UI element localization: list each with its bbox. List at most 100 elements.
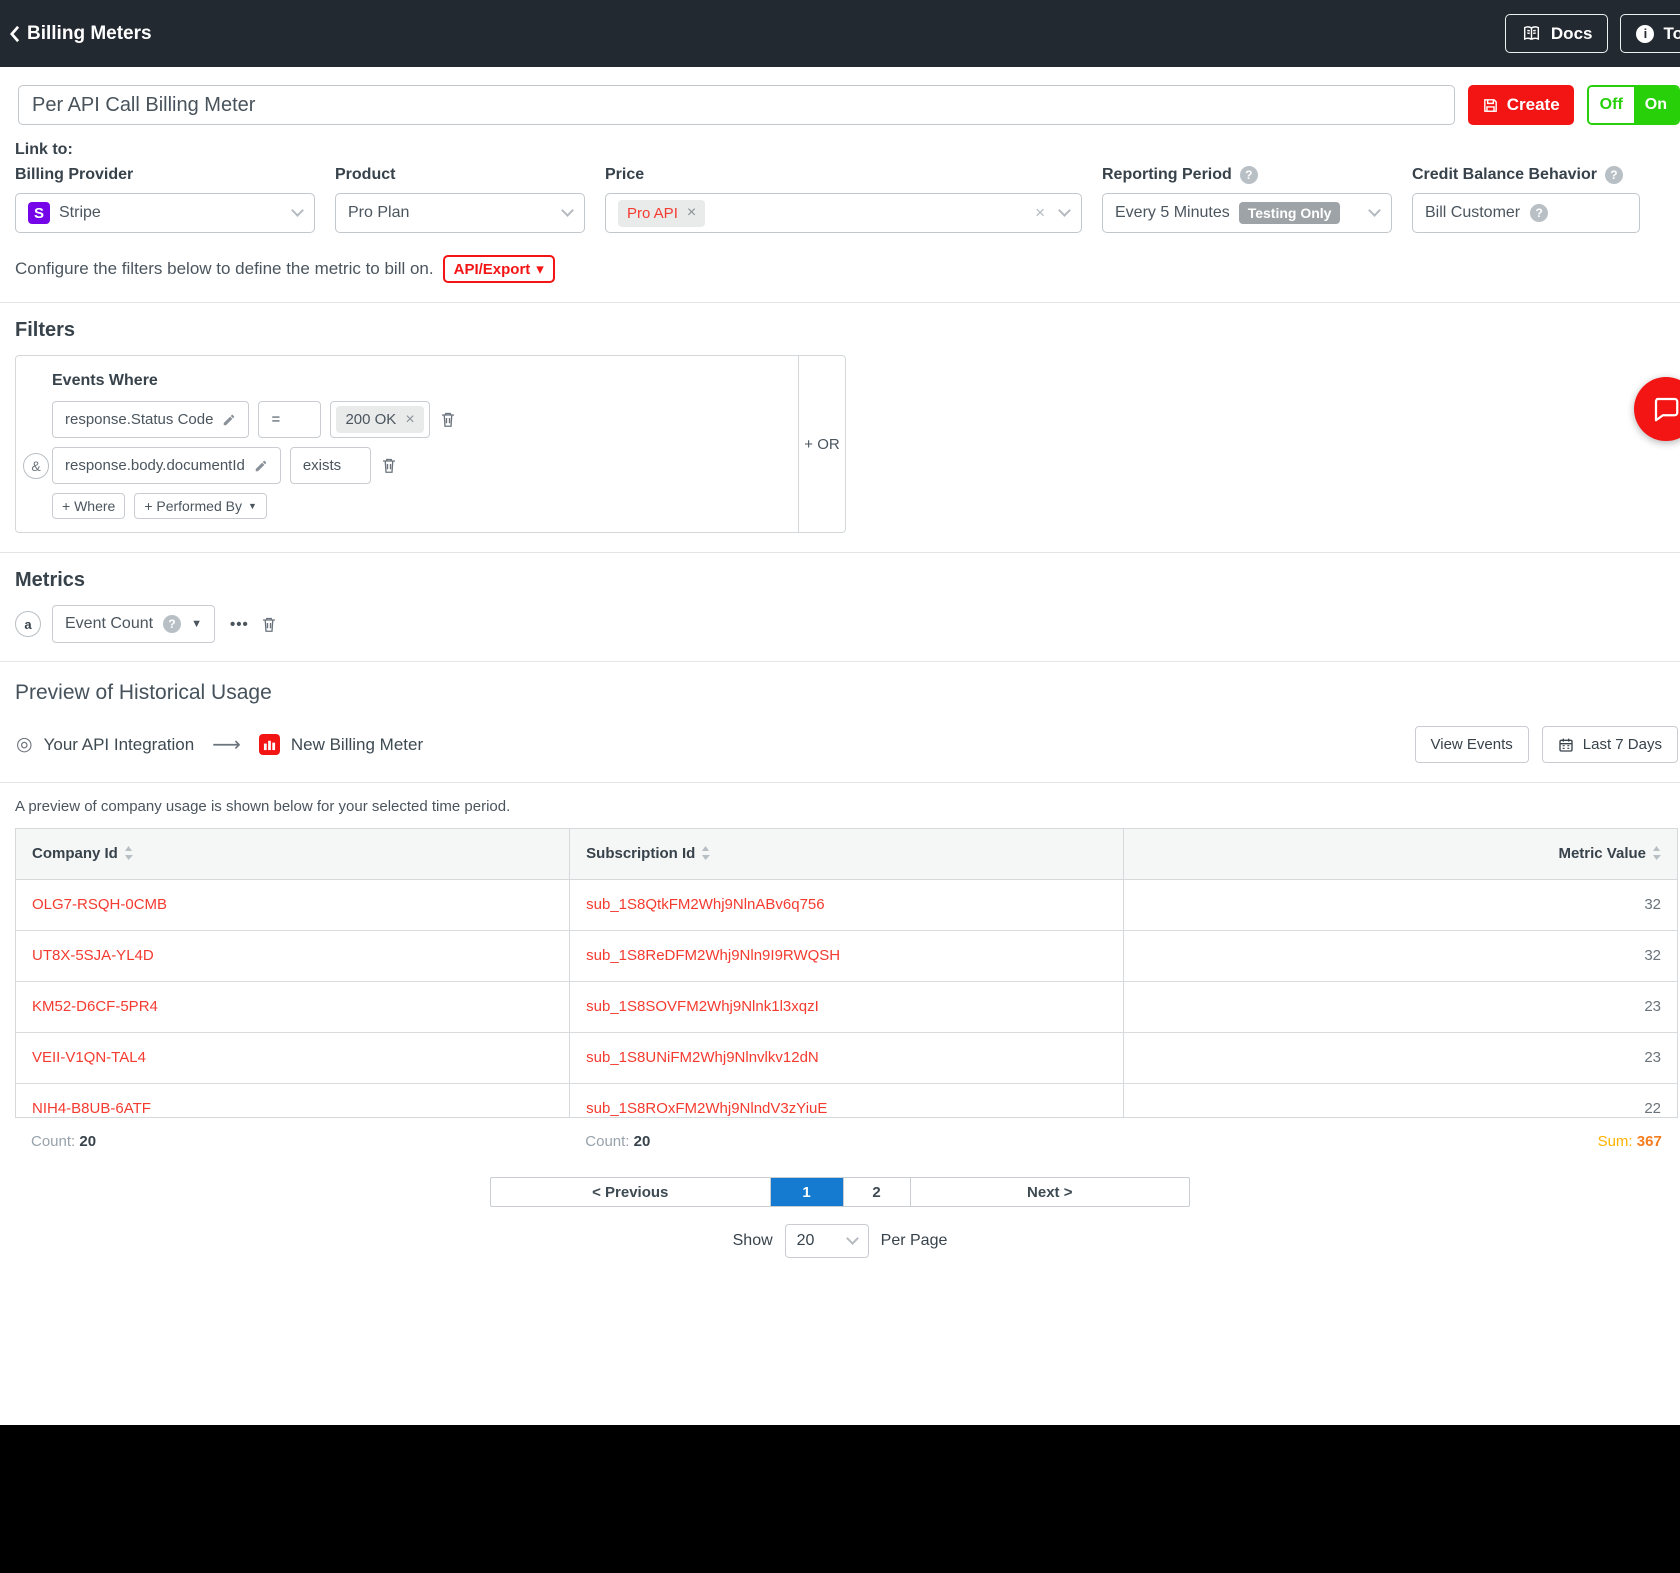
- tour-label: Tour: [1663, 24, 1680, 44]
- clear-icon[interactable]: ×: [1035, 203, 1045, 223]
- filter-value-box[interactable]: 200 OK ×: [330, 401, 429, 438]
- column-header-company-id[interactable]: Company Id: [16, 829, 570, 879]
- metric-select[interactable]: Event Count ? ▼: [52, 605, 215, 643]
- filter-field-box[interactable]: response.Status Code: [52, 401, 249, 438]
- metrics-heading: Metrics: [0, 569, 1680, 592]
- product-select[interactable]: Pro Plan: [335, 193, 585, 233]
- link-to-fields: Billing Provider S Stripe Product Pro Pl…: [0, 166, 1680, 233]
- filter-operator-box[interactable]: =: [258, 401, 321, 438]
- toggle-on[interactable]: On: [1634, 87, 1678, 123]
- back-nav[interactable]: Billing Meters: [0, 23, 152, 45]
- create-label: Create: [1507, 95, 1560, 115]
- count-value: 20: [634, 1133, 651, 1150]
- previous-page-button[interactable]: < Previous: [491, 1178, 770, 1206]
- back-chevron-icon: [9, 25, 20, 43]
- api-export-label: API/Export: [454, 261, 531, 278]
- delete-metric-button[interactable]: [260, 615, 278, 634]
- filter-field-label: response.Status Code: [65, 411, 213, 428]
- filter-row: & response.body.documentId exists: [52, 447, 786, 484]
- price-select[interactable]: Pro API × ×: [605, 193, 1082, 233]
- delete-filter-button[interactable]: [439, 410, 457, 429]
- reporting-period-select[interactable]: Every 5 Minutes Testing Only: [1102, 193, 1392, 233]
- save-icon: [1482, 97, 1499, 114]
- date-range-label: Last 7 Days: [1583, 736, 1662, 753]
- sort-icon: [701, 846, 710, 860]
- help-icon[interactable]: ?: [1240, 166, 1258, 184]
- caret-down-icon: ▼: [248, 501, 257, 511]
- billing-provider-group: Billing Provider S Stripe: [15, 166, 315, 233]
- subscription-id-cell[interactable]: sub_1S8QtkFM2Whj9NlnABv6q756: [570, 879, 1124, 930]
- sort-icon: [124, 846, 133, 860]
- metric-value-cell: 22: [1123, 1083, 1677, 1118]
- table-row: NIH4-B8UB-6ATF sub_1S8ROxFM2Whj9NlndV3zY…: [16, 1083, 1677, 1118]
- help-icon[interactable]: ?: [1530, 204, 1548, 222]
- table-row: VEII-V1QN-TAL4 sub_1S8UNiFM2Whj9Nlnvlkv1…: [16, 1032, 1677, 1083]
- company-id-cell[interactable]: UT8X-5SJA-YL4D: [16, 930, 570, 981]
- docs-button[interactable]: Docs: [1505, 14, 1609, 53]
- count-label: Count:: [31, 1133, 75, 1150]
- view-events-button[interactable]: View Events: [1415, 726, 1529, 763]
- api-export-button[interactable]: API/Export ▾: [443, 255, 555, 283]
- tour-button[interactable]: i Tour: [1620, 14, 1680, 53]
- off-on-toggle: Off On: [1587, 85, 1680, 125]
- column-header-metric-value[interactable]: Metric Value: [1123, 829, 1677, 879]
- add-performed-by-button[interactable]: + Performed By ▼: [134, 493, 267, 519]
- subscription-id-cell[interactable]: sub_1S8SOVFM2Whj9Nlnk1l3xqzI: [570, 981, 1124, 1032]
- per-page-select[interactable]: 20: [785, 1224, 869, 1258]
- credit-balance-label: Credit Balance Behavior ?: [1412, 166, 1640, 184]
- meter-header-row: Create Off On: [0, 67, 1680, 125]
- show-label: Show: [733, 1232, 773, 1250]
- company-id-cell[interactable]: NIH4-B8UB-6ATF: [16, 1083, 570, 1118]
- metric-value-cell: 32: [1123, 930, 1677, 981]
- company-id-cell[interactable]: KM52-D6CF-5PR4: [16, 981, 570, 1032]
- filter-card: Events Where response.Status Code = 200 …: [15, 355, 846, 533]
- help-icon[interactable]: ?: [163, 615, 181, 633]
- meter-name-input[interactable]: [18, 85, 1455, 125]
- billing-provider-select[interactable]: S Stripe: [15, 193, 315, 233]
- delete-filter-button[interactable]: [380, 456, 398, 475]
- company-id-cell[interactable]: OLG7-RSQH-0CMB: [16, 879, 570, 930]
- subscription-id-cell[interactable]: sub_1S8ROxFM2Whj9NlndV3zYiuE: [570, 1083, 1124, 1118]
- date-range-button[interactable]: Last 7 Days: [1542, 726, 1678, 763]
- sort-icon: [1652, 846, 1661, 860]
- more-options-button[interactable]: •••: [230, 616, 249, 633]
- metric-value-cell: 23: [1123, 981, 1677, 1032]
- filter-row: response.Status Code = 200 OK ×: [52, 401, 786, 438]
- events-where-label: Events Where: [52, 372, 786, 390]
- chevron-down-icon: [561, 204, 574, 217]
- next-page-button[interactable]: Next >: [910, 1178, 1190, 1206]
- subscription-id-cell[interactable]: sub_1S8ReDFM2Whj9Nln9I9RWQSH: [570, 930, 1124, 981]
- add-or-button[interactable]: + OR: [798, 356, 845, 532]
- chevron-down-icon: [1368, 204, 1381, 217]
- filter-field-label: response.body.documentId: [65, 457, 245, 474]
- metrics-row: a Event Count ? ▼ •••: [0, 605, 1680, 643]
- per-page-row: Show 20 Per Page: [0, 1224, 1680, 1258]
- add-where-button[interactable]: + Where: [52, 493, 125, 519]
- docs-label: Docs: [1551, 24, 1593, 44]
- reporting-period-group: Reporting Period ? Every 5 Minutes Testi…: [1102, 166, 1392, 233]
- chip-remove-icon[interactable]: ×: [687, 205, 696, 221]
- toggle-off[interactable]: Off: [1589, 87, 1634, 123]
- page-1-button[interactable]: 1: [770, 1178, 843, 1206]
- filter-value-label: 200 OK: [345, 411, 396, 428]
- sum-label: Sum:: [1598, 1133, 1633, 1150]
- credit-balance-select[interactable]: Bill Customer ?: [1412, 193, 1640, 233]
- subscription-count: Count: 20: [569, 1133, 1123, 1150]
- reporting-period-value: Every 5 Minutes: [1115, 204, 1230, 222]
- page-2-button[interactable]: 2: [843, 1178, 910, 1206]
- column-header-subscription-id[interactable]: Subscription Id: [570, 829, 1124, 879]
- target-icon: ◎: [16, 733, 33, 756]
- usage-table-wrapper: Company Id Subscription Id Metric Value …: [15, 828, 1678, 1118]
- chat-bubble-icon: [1651, 394, 1680, 424]
- company-id-cell[interactable]: VEII-V1QN-TAL4: [16, 1032, 570, 1083]
- chip-remove-icon[interactable]: ×: [405, 412, 414, 428]
- metric-value-cell: 32: [1123, 879, 1677, 930]
- help-icon[interactable]: ?: [1605, 166, 1623, 184]
- credit-balance-label-text: Credit Balance Behavior: [1412, 166, 1597, 184]
- trash-icon: [260, 615, 278, 634]
- filter-operator-box[interactable]: exists: [290, 447, 371, 484]
- create-button[interactable]: Create: [1468, 85, 1574, 125]
- filter-field-box[interactable]: response.body.documentId: [52, 447, 281, 484]
- subscription-id-cell[interactable]: sub_1S8UNiFM2Whj9Nlnvlkv12dN: [570, 1032, 1124, 1083]
- arrow-right-icon: ⟶: [212, 732, 241, 757]
